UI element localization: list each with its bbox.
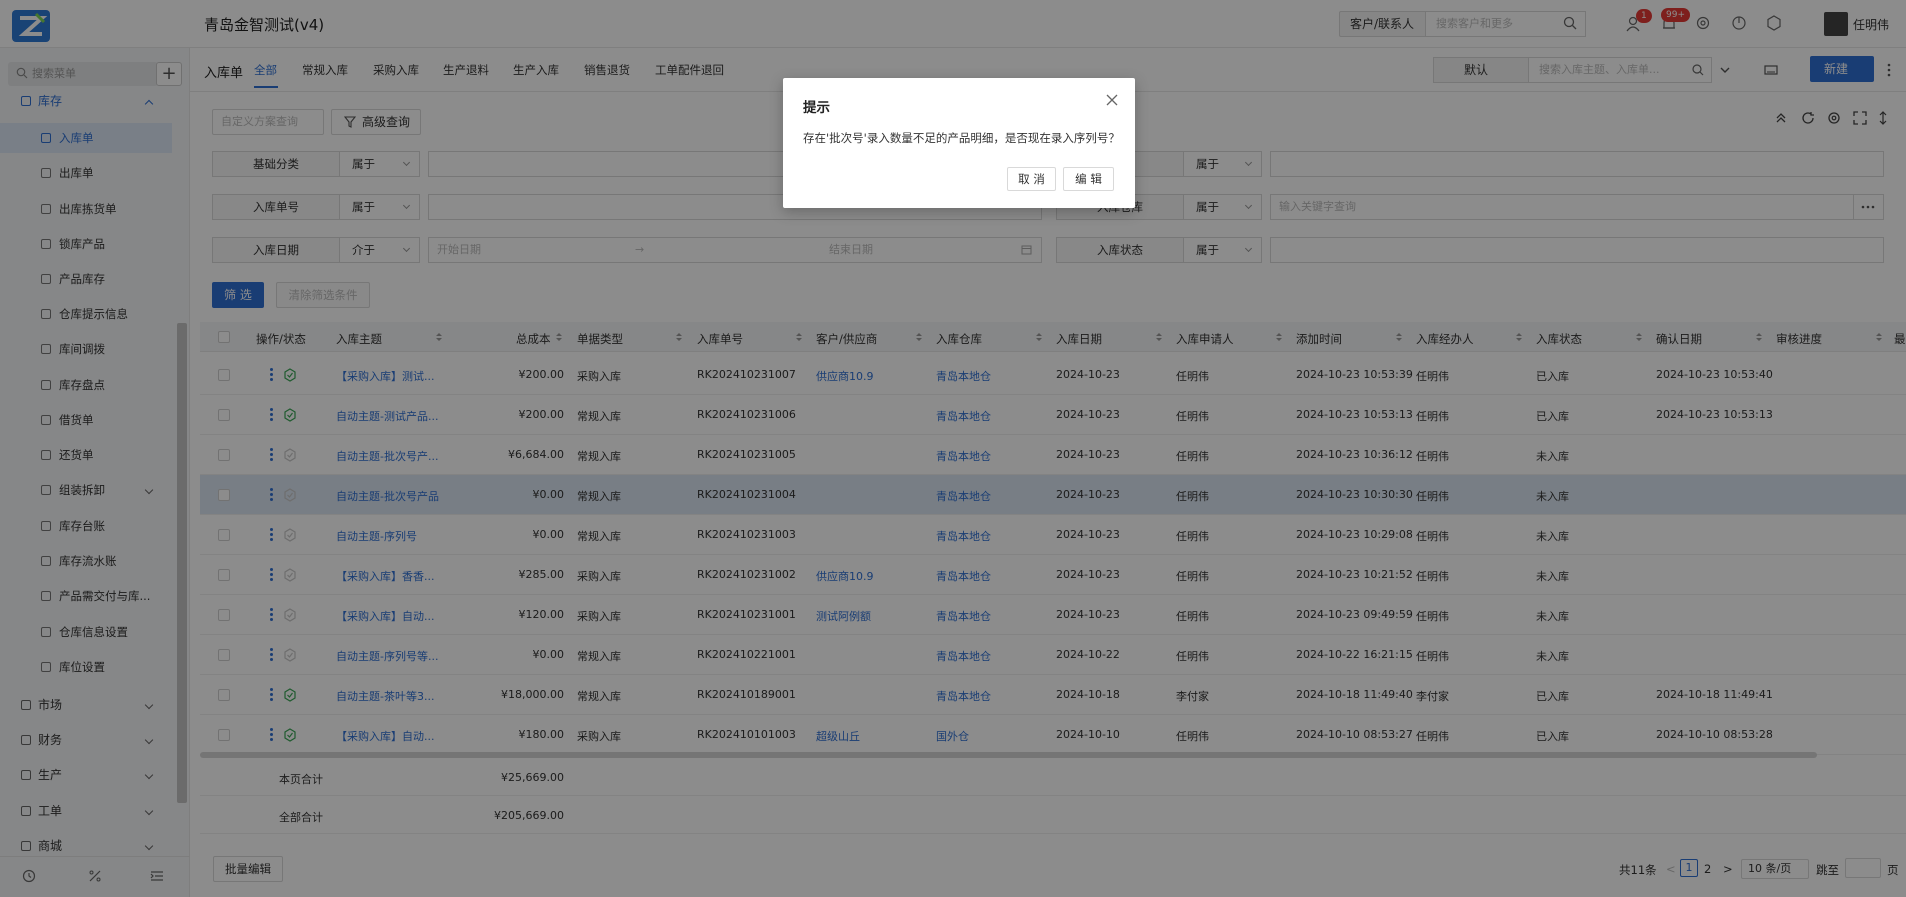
prompt-dialog: 提示 存在'批次号'录入数量不足的产品明细，是否现在录入序列号？ 取 消 编 辑: [783, 78, 1135, 208]
close-icon[interactable]: [1106, 94, 1118, 106]
dialog-message: 存在'批次号'录入数量不足的产品明细，是否现在录入序列号？: [803, 131, 1120, 145]
edit-button[interactable]: 编 辑: [1063, 167, 1114, 191]
dialog-title: 提示: [803, 100, 830, 116]
cancel-button[interactable]: 取 消: [1007, 167, 1056, 191]
